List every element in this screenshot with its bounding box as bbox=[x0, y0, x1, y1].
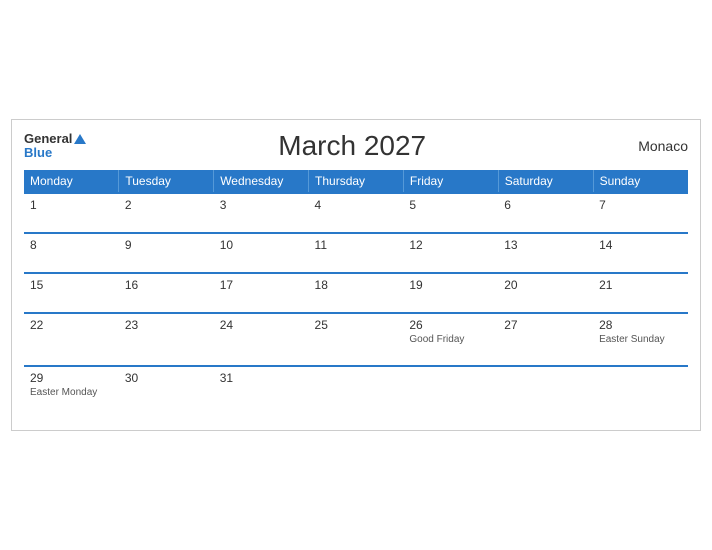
calendar-cell: 17 bbox=[214, 273, 309, 313]
day-number: 22 bbox=[30, 318, 113, 332]
day-number: 20 bbox=[504, 278, 587, 292]
calendar-cell: 11 bbox=[309, 233, 404, 273]
day-number: 6 bbox=[504, 198, 587, 212]
logo-triangle-icon bbox=[74, 134, 86, 144]
day-number: 23 bbox=[125, 318, 208, 332]
week-row-1: 1234567 bbox=[24, 193, 688, 233]
col-wednesday: Wednesday bbox=[214, 170, 309, 193]
calendar-cell: 22 bbox=[24, 313, 119, 366]
day-number: 28 bbox=[599, 318, 682, 332]
day-number: 12 bbox=[409, 238, 492, 252]
week-row-4: 22 23 24 25 26 Good Friday 27 28 Easter Sunday bbox=[24, 313, 688, 366]
day-number: 27 bbox=[504, 318, 587, 332]
col-monday: Monday bbox=[24, 170, 119, 193]
calendar-cell: 10 bbox=[214, 233, 309, 273]
day-number: 18 bbox=[315, 278, 398, 292]
country-label: Monaco bbox=[618, 138, 688, 154]
calendar-cell: 14 bbox=[593, 233, 688, 273]
calendar-header: General Blue March 2027 Monaco bbox=[24, 130, 688, 162]
logo-blue-text: Blue bbox=[24, 146, 52, 160]
calendar-cell: 24 bbox=[214, 313, 309, 366]
calendar-cell: 7 bbox=[593, 193, 688, 233]
day-number: 24 bbox=[220, 318, 303, 332]
calendar-cell bbox=[309, 366, 404, 418]
day-number: 1 bbox=[30, 198, 113, 212]
calendar-cell: 5 bbox=[403, 193, 498, 233]
calendar-cell bbox=[498, 366, 593, 418]
day-number: 30 bbox=[125, 371, 208, 385]
calendar-cell: 23 bbox=[119, 313, 214, 366]
calendar-cell: 25 bbox=[309, 313, 404, 366]
calendar-cell: 30 bbox=[119, 366, 214, 418]
day-number: 4 bbox=[315, 198, 398, 212]
col-tuesday: Tuesday bbox=[119, 170, 214, 193]
day-number: 13 bbox=[504, 238, 587, 252]
day-number: 26 bbox=[409, 318, 492, 332]
day-number: 15 bbox=[30, 278, 113, 292]
day-number: 17 bbox=[220, 278, 303, 292]
day-number: 8 bbox=[30, 238, 113, 252]
calendar-table: Monday Tuesday Wednesday Thursday Friday… bbox=[24, 170, 688, 418]
day-number: 7 bbox=[599, 198, 682, 212]
week-row-3: 15 16 17 18 19 20 21 bbox=[24, 273, 688, 313]
calendar-cell bbox=[593, 366, 688, 418]
day-number: 31 bbox=[220, 371, 303, 385]
calendar-cell: 15 bbox=[24, 273, 119, 313]
calendar-cell: 31 bbox=[214, 366, 309, 418]
day-number: 16 bbox=[125, 278, 208, 292]
calendar-cell: 26 Good Friday bbox=[403, 313, 498, 366]
col-friday: Friday bbox=[403, 170, 498, 193]
calendar-title: March 2027 bbox=[86, 130, 618, 162]
day-number: 14 bbox=[599, 238, 682, 252]
calendar-cell: 1 bbox=[24, 193, 119, 233]
day-number: 25 bbox=[315, 318, 398, 332]
day-number: 5 bbox=[409, 198, 492, 212]
calendar-cell: 29 Easter Monday bbox=[24, 366, 119, 418]
calendar-cell: 8 bbox=[24, 233, 119, 273]
calendar-cell: 4 bbox=[309, 193, 404, 233]
col-saturday: Saturday bbox=[498, 170, 593, 193]
day-number: 29 bbox=[30, 371, 113, 385]
event-label: Easter Sunday bbox=[599, 334, 682, 345]
week-row-5: 29 Easter Monday 30 31 bbox=[24, 366, 688, 418]
calendar-container: General Blue March 2027 Monaco Monday Tu… bbox=[11, 119, 701, 431]
calendar-cell: 18 bbox=[309, 273, 404, 313]
calendar-cell: 9 bbox=[119, 233, 214, 273]
calendar-cell: 12 bbox=[403, 233, 498, 273]
calendar-cell: 2 bbox=[119, 193, 214, 233]
col-thursday: Thursday bbox=[309, 170, 404, 193]
calendar-cell: 28 Easter Sunday bbox=[593, 313, 688, 366]
calendar-cell: 27 bbox=[498, 313, 593, 366]
day-number: 3 bbox=[220, 198, 303, 212]
week-row-2: 89 10 11 12 13 14 bbox=[24, 233, 688, 273]
day-number: 21 bbox=[599, 278, 682, 292]
calendar-cell: 13 bbox=[498, 233, 593, 273]
weekday-header-row: Monday Tuesday Wednesday Thursday Friday… bbox=[24, 170, 688, 193]
day-number: 10 bbox=[220, 238, 303, 252]
logo-general-text: General bbox=[24, 132, 86, 146]
col-sunday: Sunday bbox=[593, 170, 688, 193]
day-number: 11 bbox=[315, 238, 398, 252]
calendar-cell: 3 bbox=[214, 193, 309, 233]
calendar-header-row: Monday Tuesday Wednesday Thursday Friday… bbox=[24, 170, 688, 193]
calendar-cell: 20 bbox=[498, 273, 593, 313]
logo: General Blue bbox=[24, 132, 86, 161]
calendar-body: 1234567891011121314151617181920212223242… bbox=[24, 193, 688, 418]
calendar-cell: 6 bbox=[498, 193, 593, 233]
day-number: 9 bbox=[125, 238, 208, 252]
calendar-cell: 19 bbox=[403, 273, 498, 313]
event-label: Easter Monday bbox=[30, 387, 113, 398]
day-number: 2 bbox=[125, 198, 208, 212]
event-label: Good Friday bbox=[409, 334, 492, 345]
calendar-cell bbox=[403, 366, 498, 418]
calendar-cell: 16 bbox=[119, 273, 214, 313]
day-number: 19 bbox=[409, 278, 492, 292]
calendar-cell: 21 bbox=[593, 273, 688, 313]
